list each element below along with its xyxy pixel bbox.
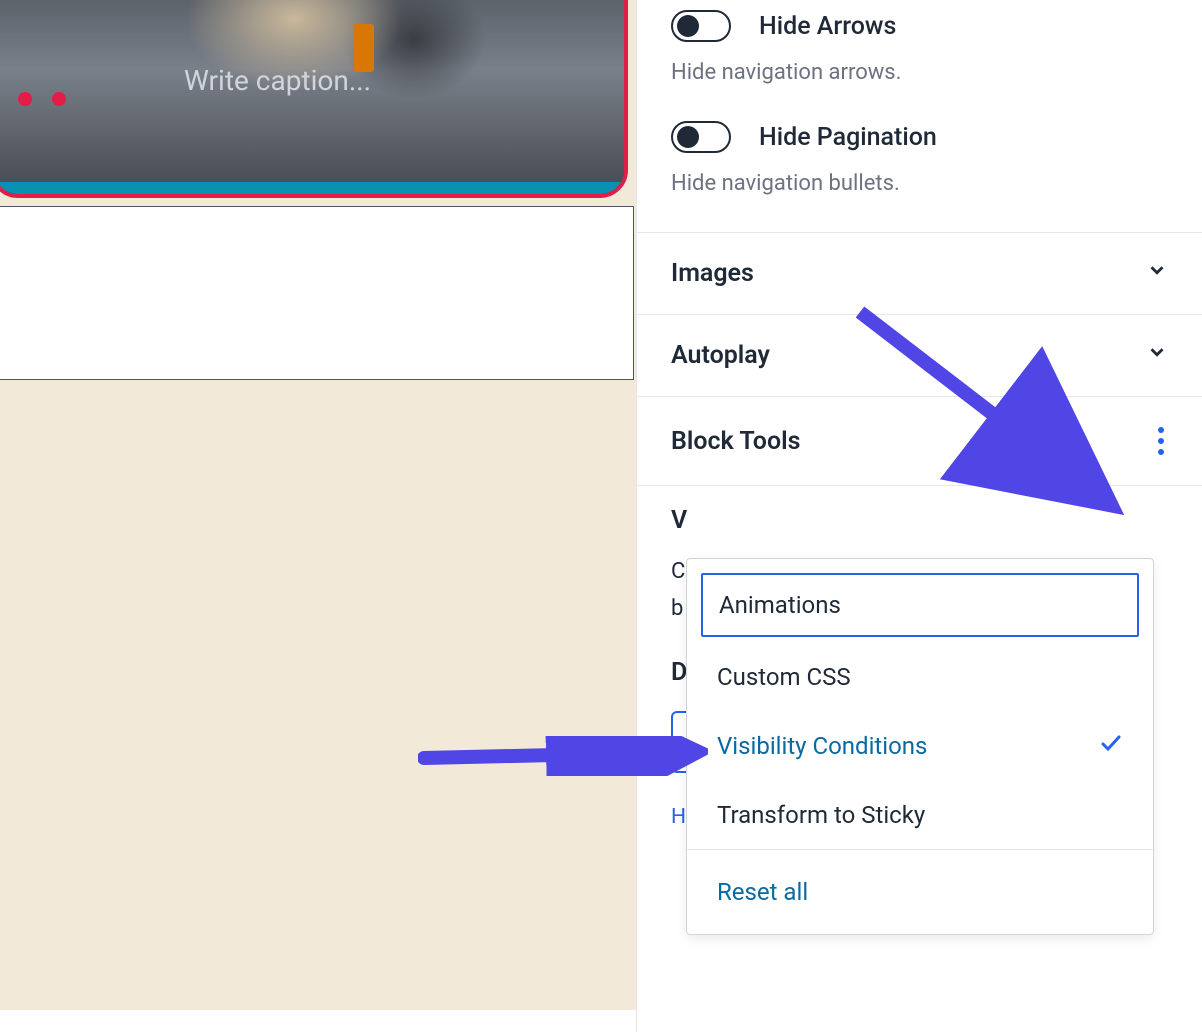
editor-canvas: Write caption... — [0, 0, 636, 1010]
toggle-knob — [677, 15, 699, 37]
setting-description: Hide navigation bullets. — [671, 171, 1168, 196]
chevron-down-icon — [1146, 259, 1168, 288]
setting-description: Hide navigation arrows. — [671, 60, 1168, 85]
toggle-knob — [677, 126, 699, 148]
dropdown-item-animations[interactable]: Animations — [701, 573, 1139, 637]
dropdown-item-label: Animations — [719, 591, 841, 619]
kebab-menu-icon[interactable] — [1154, 423, 1168, 459]
dropdown-item-label: Reset all — [717, 878, 808, 906]
dropdown-item-label: Visibility Conditions — [717, 732, 927, 760]
setting-hide-arrows: Hide Arrows Hide navigation arrows. — [637, 0, 1202, 121]
toggle-hide-pagination[interactable] — [671, 121, 731, 153]
toggle-hide-arrows[interactable] — [671, 10, 731, 42]
dropdown-item-label: Transform to Sticky — [717, 801, 925, 829]
dropdown-item-label: Custom CSS — [717, 663, 851, 691]
panel-title: Block Tools — [671, 427, 800, 456]
toggle-label: Hide Arrows — [759, 12, 896, 41]
annotation-arrow-1 — [850, 302, 1130, 532]
dropdown-item-custom-css[interactable]: Custom CSS — [687, 643, 1153, 711]
pagination-dot[interactable] — [18, 92, 32, 106]
panel-title: Autoplay — [671, 341, 770, 370]
pagination-dot[interactable] — [52, 92, 66, 106]
empty-paragraph-block[interactable] — [0, 206, 634, 380]
carousel-pagination — [18, 92, 66, 106]
chevron-down-icon — [1146, 341, 1168, 370]
dropdown-item-transform-sticky[interactable]: Transform to Sticky — [687, 781, 1153, 849]
panel-title: Images — [671, 259, 754, 288]
setting-hide-pagination: Hide Pagination Hide navigation bullets. — [637, 121, 1202, 232]
annotation-arrow-2 — [418, 736, 708, 776]
image-carousel-block[interactable]: Write caption... — [0, 0, 628, 198]
block-tools-dropdown: Animations Custom CSS Visibility Conditi… — [686, 558, 1154, 935]
dropdown-item-visibility-conditions[interactable]: Visibility Conditions — [687, 711, 1153, 781]
check-icon — [1099, 731, 1123, 761]
caption-placeholder[interactable]: Write caption... — [184, 64, 371, 97]
dropdown-item-reset-all[interactable]: Reset all — [687, 850, 1153, 934]
toggle-label: Hide Pagination — [759, 123, 937, 152]
